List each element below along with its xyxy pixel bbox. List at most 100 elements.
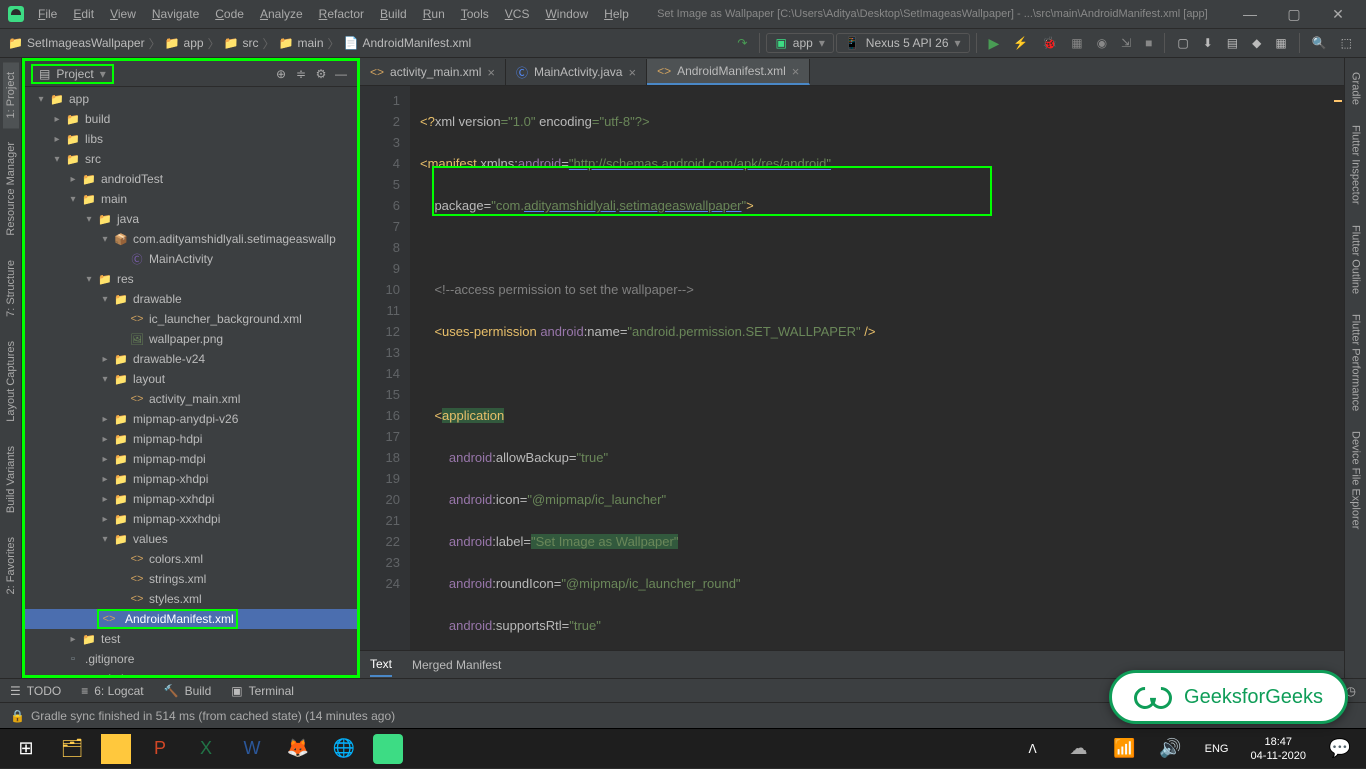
- run-button[interactable]: ▶: [983, 33, 1006, 54]
- chrome-icon[interactable]: 🌐: [322, 729, 366, 769]
- editor-error-stripe[interactable]: [1332, 86, 1342, 650]
- locate-icon[interactable]: ⊕: [271, 64, 291, 84]
- tree-node[interactable]: <>AndroidManifest.xml: [25, 609, 357, 629]
- device-selector[interactable]: 📱Nexus 5 API 26▾: [836, 33, 970, 53]
- search-button[interactable]: 🔍: [1306, 34, 1333, 52]
- word-icon[interactable]: W: [230, 729, 274, 769]
- tree-node[interactable]: <>strings.xml: [25, 569, 357, 589]
- language-icon[interactable]: ENG: [1195, 729, 1239, 769]
- todo-tool[interactable]: ☰ TODO: [10, 684, 61, 698]
- powerpoint-icon[interactable]: P: [138, 729, 182, 769]
- wifi-icon[interactable]: 📶: [1103, 729, 1147, 769]
- debug-button[interactable]: 🐞: [1036, 34, 1063, 52]
- terminal-tool[interactable]: ▣ Terminal: [231, 684, 294, 698]
- excel-icon[interactable]: X: [184, 729, 228, 769]
- menu-view[interactable]: View: [104, 5, 142, 23]
- left-tool-build-variants[interactable]: Build Variants: [3, 436, 19, 523]
- project-view-selector[interactable]: ▤Project▾: [31, 64, 114, 84]
- settings-icon[interactable]: ⚙: [311, 64, 331, 84]
- breadcrumb-item[interactable]: 📁main: [279, 36, 324, 50]
- subtab-merged[interactable]: Merged Manifest: [412, 654, 501, 676]
- tree-node[interactable]: ▾📦com.adityamshidlyali.setimageaswallp: [25, 229, 357, 249]
- project-tree[interactable]: ▾📁app▸📁build▸📁libs▾📁src▸📁androidTest▾📁ma…: [25, 87, 357, 675]
- resource-button[interactable]: ◆: [1246, 34, 1267, 52]
- tree-node[interactable]: ▸📁drawable-v24: [25, 349, 357, 369]
- attach-button[interactable]: ⇲: [1115, 34, 1137, 52]
- right-tool-flutter-outline[interactable]: Flutter Outline: [1348, 215, 1364, 304]
- editor-tab[interactable]: <>activity_main.xml×: [360, 59, 506, 85]
- right-tool-flutter-inspector[interactable]: Flutter Inspector: [1348, 115, 1364, 214]
- coverage-button[interactable]: ◉: [1091, 34, 1113, 52]
- menu-window[interactable]: Window: [539, 5, 594, 23]
- right-tool-flutter-performance[interactable]: Flutter Performance: [1348, 304, 1364, 421]
- menu-vcs[interactable]: VCS: [499, 5, 536, 23]
- menu-build[interactable]: Build: [374, 5, 413, 23]
- apply-changes-button[interactable]: ⚡: [1007, 34, 1034, 52]
- tree-node[interactable]: ▾📁values: [25, 529, 357, 549]
- close-button[interactable]: ✕: [1318, 0, 1358, 28]
- breadcrumb-item[interactable]: 📄AndroidManifest.xml: [344, 36, 472, 50]
- tree-node[interactable]: ▾📁main: [25, 189, 357, 209]
- breadcrumb-item[interactable]: 📁SetImageasWallpaper: [8, 36, 145, 50]
- tree-node[interactable]: ▾📁layout: [25, 369, 357, 389]
- stop-button[interactable]: ■: [1139, 34, 1158, 52]
- settings-button[interactable]: ⬚: [1335, 34, 1358, 52]
- left-tool-layout-captures[interactable]: Layout Captures: [3, 331, 19, 432]
- logcat-tool[interactable]: ≡ 6: Logcat: [81, 684, 143, 698]
- breadcrumb-item[interactable]: 📁src: [224, 36, 259, 50]
- code-editor[interactable]: 123456789101112131415161718192021222324 …: [360, 86, 1344, 650]
- tab-close-icon[interactable]: ×: [792, 64, 800, 79]
- sticky-notes-icon[interactable]: [101, 734, 131, 764]
- tree-node[interactable]: <>activity_main.xml: [25, 389, 357, 409]
- tree-node[interactable]: ▾📁res: [25, 269, 357, 289]
- tree-node[interactable]: ▸📁mipmap-xxxhdpi: [25, 509, 357, 529]
- right-tool-gradle[interactable]: Gradle: [1348, 62, 1364, 115]
- tree-node[interactable]: ▸📁mipmap-hdpi: [25, 429, 357, 449]
- collapse-icon[interactable]: ≑: [291, 64, 311, 84]
- volume-icon[interactable]: 🔊: [1149, 729, 1193, 769]
- menu-help[interactable]: Help: [598, 5, 635, 23]
- code-area[interactable]: <?xml version="1.0" encoding="utf-8"?> <…: [410, 86, 1344, 650]
- lock-icon[interactable]: 🔒: [10, 709, 25, 723]
- tree-node[interactable]: ⒸMainActivity: [25, 249, 357, 269]
- tray-up-icon[interactable]: ᐱ: [1011, 729, 1055, 769]
- emulator-button[interactable]: ▦: [1269, 34, 1292, 52]
- hide-icon[interactable]: —: [331, 64, 351, 84]
- tree-node[interactable]: ▫.gitignore: [25, 649, 357, 669]
- subtab-text[interactable]: Text: [370, 653, 392, 677]
- menu-tools[interactable]: Tools: [455, 5, 495, 23]
- tree-node[interactable]: <>styles.xml: [25, 589, 357, 609]
- tree-node[interactable]: ▸📁mipmap-anydpi-v26: [25, 409, 357, 429]
- editor-tab[interactable]: ⒸMainActivity.java×: [506, 59, 647, 85]
- breadcrumb-item[interactable]: 📁app: [165, 36, 204, 50]
- tree-node[interactable]: ▾📁app: [25, 89, 357, 109]
- menu-code[interactable]: Code: [209, 5, 250, 23]
- build-tool[interactable]: 🔨 Build: [164, 684, 212, 698]
- menu-analyze[interactable]: Analyze: [254, 5, 309, 23]
- minimize-button[interactable]: —: [1230, 0, 1270, 28]
- right-tool-device-file-explorer[interactable]: Device File Explorer: [1348, 421, 1364, 539]
- layout-inspector-button[interactable]: ▤: [1221, 34, 1244, 52]
- left-tool-resource-manager[interactable]: Resource Manager: [3, 132, 19, 246]
- tree-node[interactable]: ▸📁libs: [25, 129, 357, 149]
- tree-node[interactable]: ▫app.iml: [25, 669, 357, 675]
- tree-node[interactable]: ▸📁androidTest: [25, 169, 357, 189]
- menu-navigate[interactable]: Navigate: [146, 5, 205, 23]
- android-studio-icon[interactable]: [373, 734, 403, 764]
- editor-tab[interactable]: <>AndroidManifest.xml×: [647, 59, 810, 85]
- profiler-button[interactable]: ▦: [1065, 34, 1088, 52]
- sdk-button[interactable]: ⬇: [1197, 34, 1219, 52]
- start-button[interactable]: ⊞: [4, 729, 48, 769]
- firefox-icon[interactable]: 🦊: [276, 729, 320, 769]
- tab-close-icon[interactable]: ×: [628, 65, 636, 80]
- clock[interactable]: 18:4704-11-2020: [1241, 735, 1316, 763]
- onedrive-icon[interactable]: ☁: [1057, 729, 1101, 769]
- menu-edit[interactable]: Edit: [67, 5, 100, 23]
- menu-file[interactable]: File: [32, 5, 63, 23]
- tree-node[interactable]: ▸📁test: [25, 629, 357, 649]
- tree-node[interactable]: ▾📁java: [25, 209, 357, 229]
- explorer-icon[interactable]: 🗂: [50, 729, 94, 769]
- tab-close-icon[interactable]: ×: [487, 65, 495, 80]
- left-tool----structure[interactable]: 7: Structure: [3, 250, 19, 327]
- sync-button[interactable]: ↷: [731, 34, 753, 52]
